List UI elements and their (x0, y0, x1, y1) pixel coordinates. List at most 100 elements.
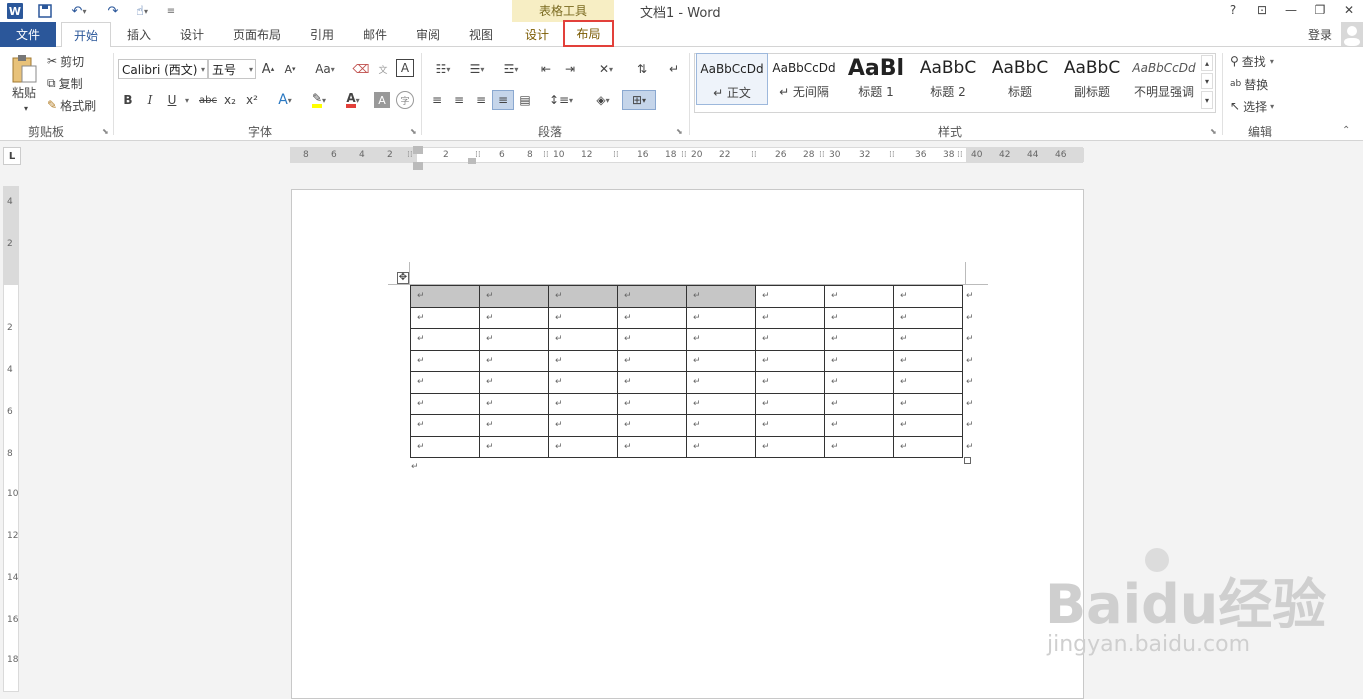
table-cell[interactable]: ↵ (479, 392, 549, 415)
table-cell[interactable]: ↵ (479, 306, 549, 329)
grow-font-button[interactable]: A ▴ (260, 59, 276, 79)
table-cell[interactable]: ↵ (824, 371, 894, 394)
table-cell[interactable]: ↵ (824, 392, 894, 415)
show-hide-marks-icon[interactable]: ↵ (664, 59, 684, 79)
table-cell[interactable]: ↵ (824, 328, 894, 351)
table-cell[interactable]: ↵ (893, 285, 963, 308)
style-heading-2[interactable]: AaBbC 标题 2 (912, 53, 984, 105)
table-cell[interactable]: ↵ (686, 392, 756, 415)
tab-review[interactable]: 审阅 (403, 22, 453, 47)
font-color-button[interactable]: A ▾ (338, 91, 368, 109)
horizontal-ruler[interactable]: 8 6 4 2 2 6 8 10 12 16 18 20 22 26 28 30… (290, 146, 1084, 170)
table-cell[interactable]: ↵ (617, 435, 687, 458)
shrink-font-button[interactable]: A ▾ (282, 59, 298, 79)
column-marker[interactable]: ⁞⁞ (613, 150, 619, 160)
table-cell[interactable]: ↵ (479, 349, 549, 372)
table-cell[interactable]: ↵ (755, 371, 825, 394)
enclose-characters-icon[interactable]: 字 (396, 91, 414, 109)
table-cell[interactable]: ↵ (410, 414, 480, 437)
clipboard-launcher-icon[interactable]: ⬊ (102, 127, 109, 136)
column-marker[interactable]: ⁞⁞ (475, 150, 481, 160)
style-normal[interactable]: AaBbCcDd ↵ 正文 (696, 53, 768, 105)
subscript-button[interactable]: x₂ (222, 91, 238, 109)
superscript-button[interactable]: x² (244, 91, 260, 109)
table-cell[interactable]: ↵ (617, 349, 687, 372)
tab-references[interactable]: 引用 (297, 22, 347, 47)
align-right-icon[interactable]: ≡ (472, 91, 490, 109)
table-cell[interactable]: ↵ (824, 285, 894, 308)
table-cell[interactable]: ↵ (755, 435, 825, 458)
styles-scroll-up-icon[interactable]: ▴ (1201, 55, 1213, 71)
column-marker[interactable]: ⁞⁞ (957, 150, 963, 160)
format-painter-button[interactable]: ✎ 格式刷 (47, 96, 96, 114)
tab-insert[interactable]: 插入 (114, 22, 164, 47)
tab-selector-button[interactable]: L (3, 147, 21, 165)
table-cell[interactable]: ↵ (548, 414, 618, 437)
table-cell[interactable]: ↵ (410, 306, 480, 329)
styles-more-icon[interactable]: ▾ (1201, 91, 1213, 109)
clear-formatting-icon[interactable]: ⌫ (352, 59, 370, 79)
table-cell[interactable]: ↵ (755, 328, 825, 351)
table-cell[interactable]: ↵ (479, 414, 549, 437)
numbering-button[interactable]: ☰ ▾ (462, 59, 492, 79)
cut-button[interactable]: ✂ 剪切 (47, 52, 84, 70)
find-button[interactable]: ⚲ 查找 ▾ (1230, 52, 1274, 70)
collapse-ribbon-icon[interactable]: ⌃ (1342, 125, 1350, 136)
table-cell[interactable]: ↵ (548, 349, 618, 372)
table-cell[interactable]: ↵ (824, 414, 894, 437)
bold-button[interactable]: B (120, 91, 136, 109)
line-spacing-button[interactable]: ↕≡ ▾ (546, 91, 576, 109)
chinese-layout-button[interactable]: ✕ ▾ (590, 59, 622, 79)
table-cell[interactable]: ↵ (686, 285, 756, 308)
phonetic-guide-icon[interactable]: 文 (374, 59, 392, 79)
table-cell[interactable]: ↵ (479, 371, 549, 394)
paste-button[interactable]: 粘贴 (6, 53, 42, 101)
vertical-ruler[interactable]: 4 2 2 4 6 8 10 12 14 16 18 (3, 186, 19, 692)
table-cell[interactable]: ↵ (548, 328, 618, 351)
table-cell[interactable]: ↵ (410, 371, 480, 394)
column-marker[interactable]: ⁞⁞ (751, 150, 757, 160)
table-cell[interactable]: ↵ (548, 306, 618, 329)
underline-button[interactable]: U (164, 91, 180, 109)
table-cell[interactable]: ↵ (548, 392, 618, 415)
close-button[interactable]: ✕ (1335, 0, 1363, 20)
sign-in-link[interactable]: 登录 (1300, 22, 1340, 47)
table-cell[interactable]: ↵ (617, 392, 687, 415)
table-cell[interactable]: ↵ (617, 414, 687, 437)
table-cell[interactable]: ↵ (686, 306, 756, 329)
sort-icon[interactable]: ⇅ (632, 59, 652, 79)
character-shading-icon[interactable]: A (374, 92, 390, 108)
table-cell[interactable]: ↵ (755, 349, 825, 372)
replace-button[interactable]: ab 替换 (1230, 75, 1268, 93)
table-cell[interactable]: ↵ (824, 435, 894, 458)
touch-mode-icon[interactable]: ☝ ▾ (128, 2, 156, 20)
table-cell[interactable]: ↵ (617, 285, 687, 308)
minimize-button[interactable]: — (1277, 0, 1305, 20)
paragraph-launcher-icon[interactable]: ⬊ (676, 127, 683, 136)
column-marker[interactable]: ⁞⁞ (681, 150, 687, 160)
table-cell[interactable]: ↵ (824, 349, 894, 372)
table-cell[interactable]: ↵ (755, 285, 825, 308)
font-name-combo[interactable]: Calibri (西文) ▾ (118, 59, 208, 79)
help-button[interactable]: ? (1219, 0, 1247, 20)
tab-view[interactable]: 视图 (456, 22, 506, 47)
tab-table-layout[interactable]: 布局 (563, 20, 614, 47)
tab-mailings[interactable]: 邮件 (350, 22, 400, 47)
table-cell[interactable]: ↵ (686, 349, 756, 372)
table-cell[interactable]: ↵ (893, 371, 963, 394)
table-cell[interactable]: ↵ (410, 349, 480, 372)
bullets-button[interactable]: ☷ ▾ (428, 59, 458, 79)
table-cell[interactable]: ↵ (686, 328, 756, 351)
styles-scroll-down-icon[interactable]: ▾ (1201, 73, 1213, 89)
table-cell[interactable]: ↵ (755, 414, 825, 437)
strikethrough-button[interactable]: abc (196, 91, 220, 109)
table-cell[interactable]: ↵ (617, 306, 687, 329)
tab-design[interactable]: 设计 (167, 22, 217, 47)
font-size-combo[interactable]: 五号 ▾ (208, 59, 256, 79)
table-cell[interactable]: ↵ (824, 306, 894, 329)
tab-file[interactable]: 文件 (0, 22, 56, 47)
paste-dropdown-icon[interactable]: ▾ (22, 104, 30, 113)
style-subtitle[interactable]: AaBbC 副标题 (1056, 53, 1128, 105)
table-cell[interactable]: ↵ (548, 285, 618, 308)
table-cell[interactable]: ↵ (893, 435, 963, 458)
